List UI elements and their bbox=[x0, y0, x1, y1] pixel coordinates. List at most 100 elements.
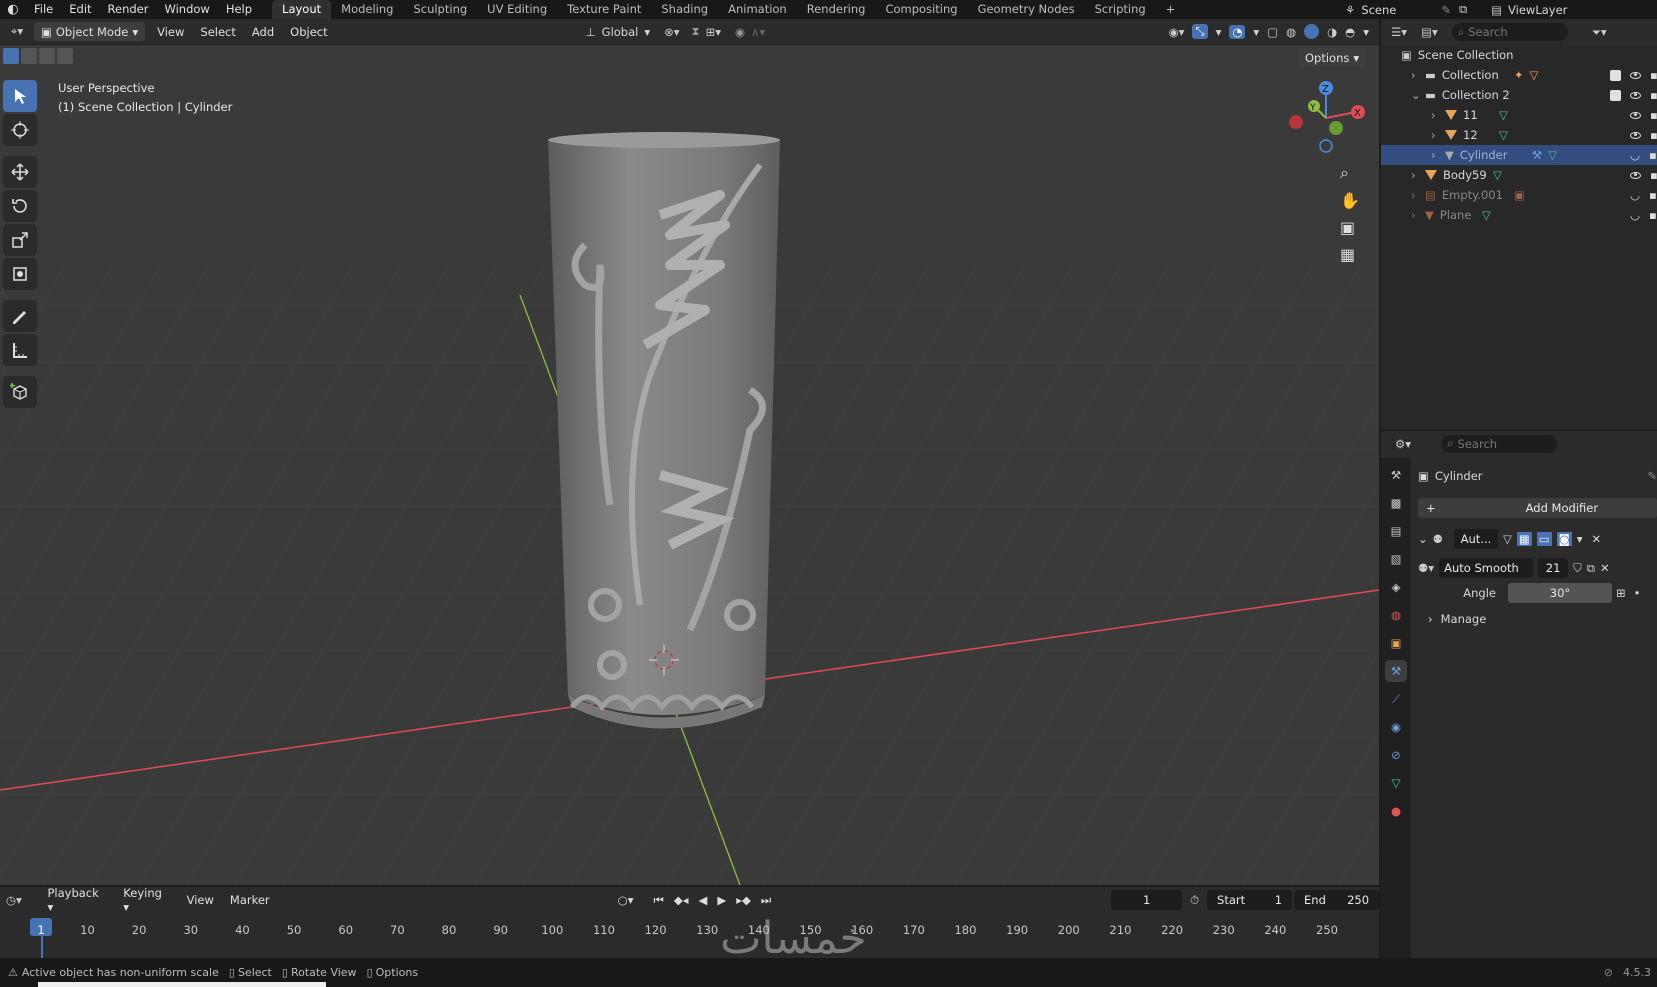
gizmo-toggle-icon[interactable]: ⤡ bbox=[1192, 24, 1208, 39]
navigation-gizmo[interactable]: Z X Y bbox=[1280, 80, 1370, 160]
exclude-checkbox[interactable] bbox=[1610, 89, 1621, 101]
expand-icon[interactable]: › bbox=[1411, 188, 1425, 202]
solid-shading-icon[interactable] bbox=[1304, 24, 1320, 39]
object-tab-icon[interactable]: ▣ bbox=[1385, 632, 1407, 654]
tool-transform[interactable] bbox=[3, 258, 37, 290]
outliner-row-cylinder[interactable]: › ▼ Cylinder ⚒ ▽ ◡ ▪ bbox=[1381, 145, 1657, 165]
proportional-edit-icon[interactable]: ◉ bbox=[735, 25, 745, 39]
attribute-toggle-icon[interactable]: ⊞ bbox=[1616, 586, 1626, 600]
blender-logo-icon[interactable]: ◐ bbox=[0, 2, 26, 17]
scene-icon[interactable]: ⚘ bbox=[1345, 3, 1355, 17]
options-dropdown[interactable]: Options ▾ bbox=[1298, 48, 1367, 67]
view-layer-name[interactable]: ViewLayer bbox=[1508, 3, 1567, 17]
tab-sculpting[interactable]: Sculpting bbox=[403, 0, 477, 19]
exclude-checkbox[interactable] bbox=[1610, 69, 1621, 81]
camera-render-icon[interactable]: ▪ bbox=[1650, 168, 1657, 182]
add-modifier-button[interactable]: + Add Modifier bbox=[1418, 498, 1657, 518]
expand-icon[interactable]: › bbox=[1411, 68, 1425, 82]
eye-icon[interactable] bbox=[1630, 91, 1641, 99]
outliner-row-collection[interactable]: › ▬ Collection ✦ ▽ ▪ bbox=[1381, 65, 1657, 85]
menu-select[interactable]: Select bbox=[192, 25, 243, 39]
menu-view[interactable]: View bbox=[149, 25, 192, 39]
chevron-down-icon[interactable]: ▾ bbox=[1253, 25, 1259, 39]
material-tab-icon[interactable]: ● bbox=[1385, 800, 1407, 822]
eye-icon[interactable] bbox=[1630, 71, 1641, 79]
scene-tab-icon[interactable]: ◈ bbox=[1385, 576, 1407, 598]
camera-render-icon[interactable]: ▪ bbox=[1650, 68, 1657, 82]
pin-icon[interactable]: ✎ bbox=[1441, 3, 1451, 17]
output-tab-icon[interactable]: ▤ bbox=[1385, 520, 1407, 542]
select-subtract-icon[interactable] bbox=[39, 48, 55, 64]
tool-move[interactable] bbox=[3, 156, 37, 188]
new-scene-icon[interactable]: ⧉ bbox=[1459, 2, 1467, 17]
pivot-icon[interactable]: ⊗▾ bbox=[664, 25, 679, 39]
display-mode-icon[interactable]: ▤▾ bbox=[1421, 25, 1438, 39]
camera-render-icon[interactable]: ▪ bbox=[1649, 208, 1657, 222]
outliner-search-field[interactable]: ⌕ Search bbox=[1451, 23, 1568, 41]
eye-icon[interactable] bbox=[1630, 131, 1641, 139]
tool-scale[interactable] bbox=[3, 224, 37, 256]
zoom-icon[interactable]: ⌕ bbox=[1340, 163, 1360, 183]
eye-icon[interactable] bbox=[1630, 111, 1641, 119]
world-tab-icon[interactable]: ◍ bbox=[1385, 604, 1407, 626]
eye-icon[interactable] bbox=[1630, 171, 1641, 179]
rendered-shading-icon[interactable]: ◓ bbox=[1345, 25, 1355, 39]
tool-select-box[interactable] bbox=[3, 80, 37, 112]
expand-icon[interactable]: › bbox=[1431, 148, 1445, 162]
eye-closed-icon[interactable]: ◡ bbox=[1630, 148, 1640, 162]
expand-icon[interactable]: › bbox=[1411, 168, 1425, 182]
tab-compositing[interactable]: Compositing bbox=[875, 0, 967, 19]
pin-icon[interactable]: ✎ bbox=[1647, 469, 1657, 483]
falloff-icon[interactable]: ∧▾ bbox=[751, 25, 765, 39]
camera-render-icon[interactable]: ▪ bbox=[1650, 88, 1657, 102]
outliner-row-empty-001[interactable]: › ▤ Empty.001 ▣ ◡ ▪ bbox=[1381, 185, 1657, 205]
orientation-dropdown[interactable]: Global bbox=[602, 25, 639, 39]
tool-add-cube[interactable] bbox=[3, 376, 37, 408]
view-layer-tab-icon[interactable]: ▧ bbox=[1385, 548, 1407, 570]
select-extend-icon[interactable] bbox=[21, 48, 37, 64]
render-display-icon[interactable]: ◙ bbox=[1556, 532, 1572, 546]
outliner-row-12[interactable]: › 12 ▽ ▪ bbox=[1381, 125, 1657, 145]
snap-target-icon[interactable]: ⊞▾ bbox=[706, 25, 721, 39]
fake-user-icon[interactable]: ⛉ bbox=[1573, 561, 1582, 576]
tab-animation[interactable]: Animation bbox=[718, 0, 797, 19]
outliner-row-body59[interactable]: › Body59 ▽ ▪ bbox=[1381, 165, 1657, 185]
menu-edit[interactable]: Edit bbox=[61, 0, 99, 19]
camera-render-icon[interactable]: ▪ bbox=[1649, 148, 1657, 162]
data-tab-icon[interactable]: ▽ bbox=[1385, 772, 1407, 794]
tool-annotate[interactable] bbox=[3, 300, 37, 332]
tool-measure[interactable] bbox=[3, 334, 37, 366]
overlay-icon[interactable]: ◔ bbox=[1229, 24, 1246, 39]
menu-object[interactable]: Object bbox=[282, 25, 335, 39]
snap-icon[interactable]: ⧗ bbox=[692, 24, 700, 39]
manage-panel[interactable]: › Manage bbox=[1418, 608, 1657, 630]
physics-tab-icon[interactable]: ◉ bbox=[1385, 716, 1407, 738]
close-icon[interactable]: ✕ bbox=[1592, 532, 1602, 546]
menu-render[interactable]: Render bbox=[100, 0, 157, 19]
angle-field[interactable]: 30° bbox=[1508, 583, 1612, 603]
duplicate-icon[interactable]: ⧉ bbox=[1587, 561, 1595, 576]
node-group-icon[interactable]: ⚉▾ bbox=[1418, 561, 1434, 575]
outliner-row-scene-collection[interactable]: ▣ Scene Collection bbox=[1381, 45, 1657, 65]
xray-icon[interactable]: ▢ bbox=[1267, 25, 1278, 39]
outliner-row-plane[interactable]: › ▼ Plane ▽ ◡ ▪ bbox=[1381, 205, 1657, 225]
visibility-icon[interactable]: ◉▾ bbox=[1169, 25, 1185, 39]
scene-name[interactable]: Scene bbox=[1361, 3, 1441, 17]
node-group-field[interactable]: Auto Smooth bbox=[1439, 558, 1534, 578]
tab-layout[interactable]: Layout bbox=[272, 0, 332, 19]
keyframe-dot-icon[interactable]: • bbox=[1634, 586, 1641, 600]
tab-geometry-nodes[interactable]: Geometry Nodes bbox=[968, 0, 1085, 19]
camera-icon[interactable]: ▣ bbox=[1340, 218, 1360, 237]
node-users-count[interactable]: 21 bbox=[1538, 558, 1569, 578]
editor-type-icon[interactable]: ⌖▾ bbox=[0, 24, 34, 39]
3d-viewport[interactable]: User Perspective (1) Scene Collection | … bbox=[0, 45, 1379, 885]
eye-closed-icon[interactable]: ◡ bbox=[1630, 208, 1640, 222]
properties-search-field[interactable]: ⌕ Search bbox=[1441, 434, 1558, 453]
outliner-editor-icon[interactable]: ☰▾ bbox=[1391, 25, 1407, 39]
pan-hand-icon[interactable]: ✋ bbox=[1340, 191, 1360, 210]
expand-icon[interactable]: › bbox=[1431, 128, 1445, 142]
viewport-display-icon[interactable]: ▭ bbox=[1536, 532, 1552, 546]
particles-tab-icon[interactable]: ⟋ bbox=[1385, 688, 1407, 710]
wireframe-shading-icon[interactable]: ◍ bbox=[1286, 25, 1296, 39]
menu-add[interactable]: Add bbox=[244, 25, 282, 39]
